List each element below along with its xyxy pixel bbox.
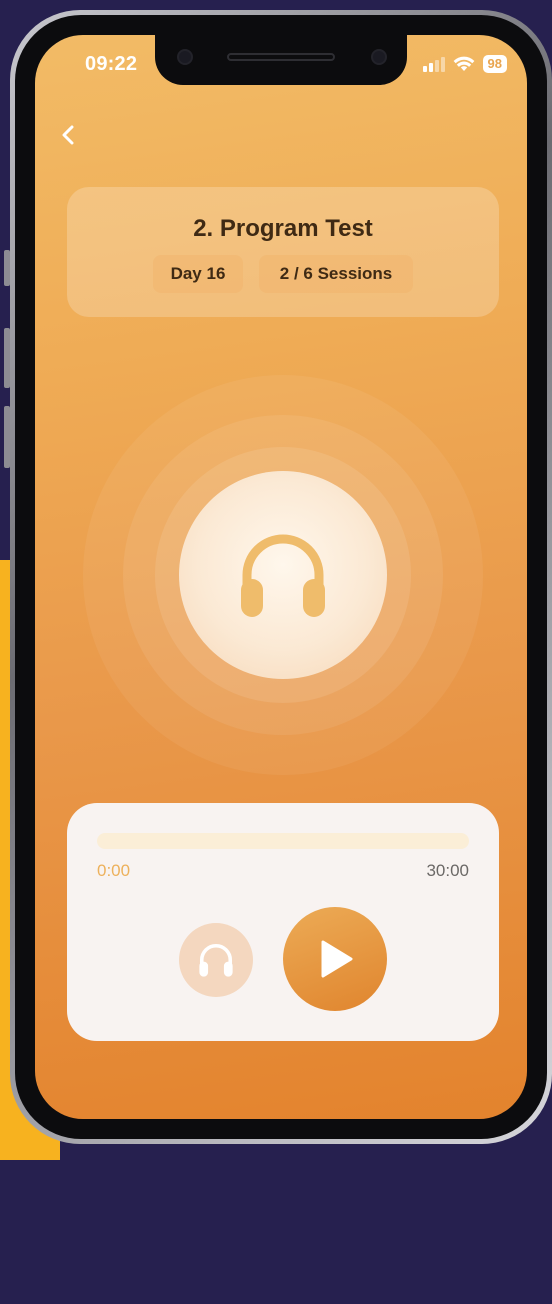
camera — [177, 49, 193, 65]
program-header-card: 2. Program Test Day 16 2 / 6 Sessions — [67, 187, 499, 317]
headphones-circle — [179, 471, 387, 679]
play-button[interactable] — [283, 907, 387, 1011]
program-title: 2. Program Test — [193, 215, 373, 242]
notch — [155, 35, 407, 85]
speaker — [227, 53, 335, 61]
headphones-icon — [199, 944, 233, 977]
sensor — [371, 49, 387, 65]
phone-volume-up — [4, 328, 10, 388]
play-icon — [321, 940, 353, 978]
headphones-icon — [241, 534, 325, 617]
battery-indicator: 98 — [482, 55, 507, 73]
app-screen: 09:22 98 2. Program Test Day 16 2 / 6 Se… — [35, 35, 527, 1119]
status-icons: 98 — [422, 55, 507, 73]
wifi-icon — [453, 56, 474, 71]
back-icon — [62, 125, 74, 145]
day-badge: Day 16 — [153, 255, 243, 293]
status-time: 09:22 — [85, 53, 138, 75]
signal-icon — [422, 56, 445, 72]
sessions-badge: 2 / 6 Sessions — [259, 255, 413, 293]
phone-volume-down — [4, 406, 10, 468]
total-duration: 30:00 — [426, 861, 469, 880]
elapsed-time: 0:00 — [97, 861, 131, 880]
phone-frame: 09:22 98 2. Program Test Day 16 2 / 6 Se… — [10, 10, 552, 1144]
headphones-button[interactable] — [179, 923, 253, 997]
phone-side-button — [4, 250, 10, 286]
back-button[interactable] — [55, 121, 83, 149]
progress-bar[interactable] — [97, 833, 469, 849]
audio-player-card: 0:00 30:00 — [67, 803, 499, 1041]
